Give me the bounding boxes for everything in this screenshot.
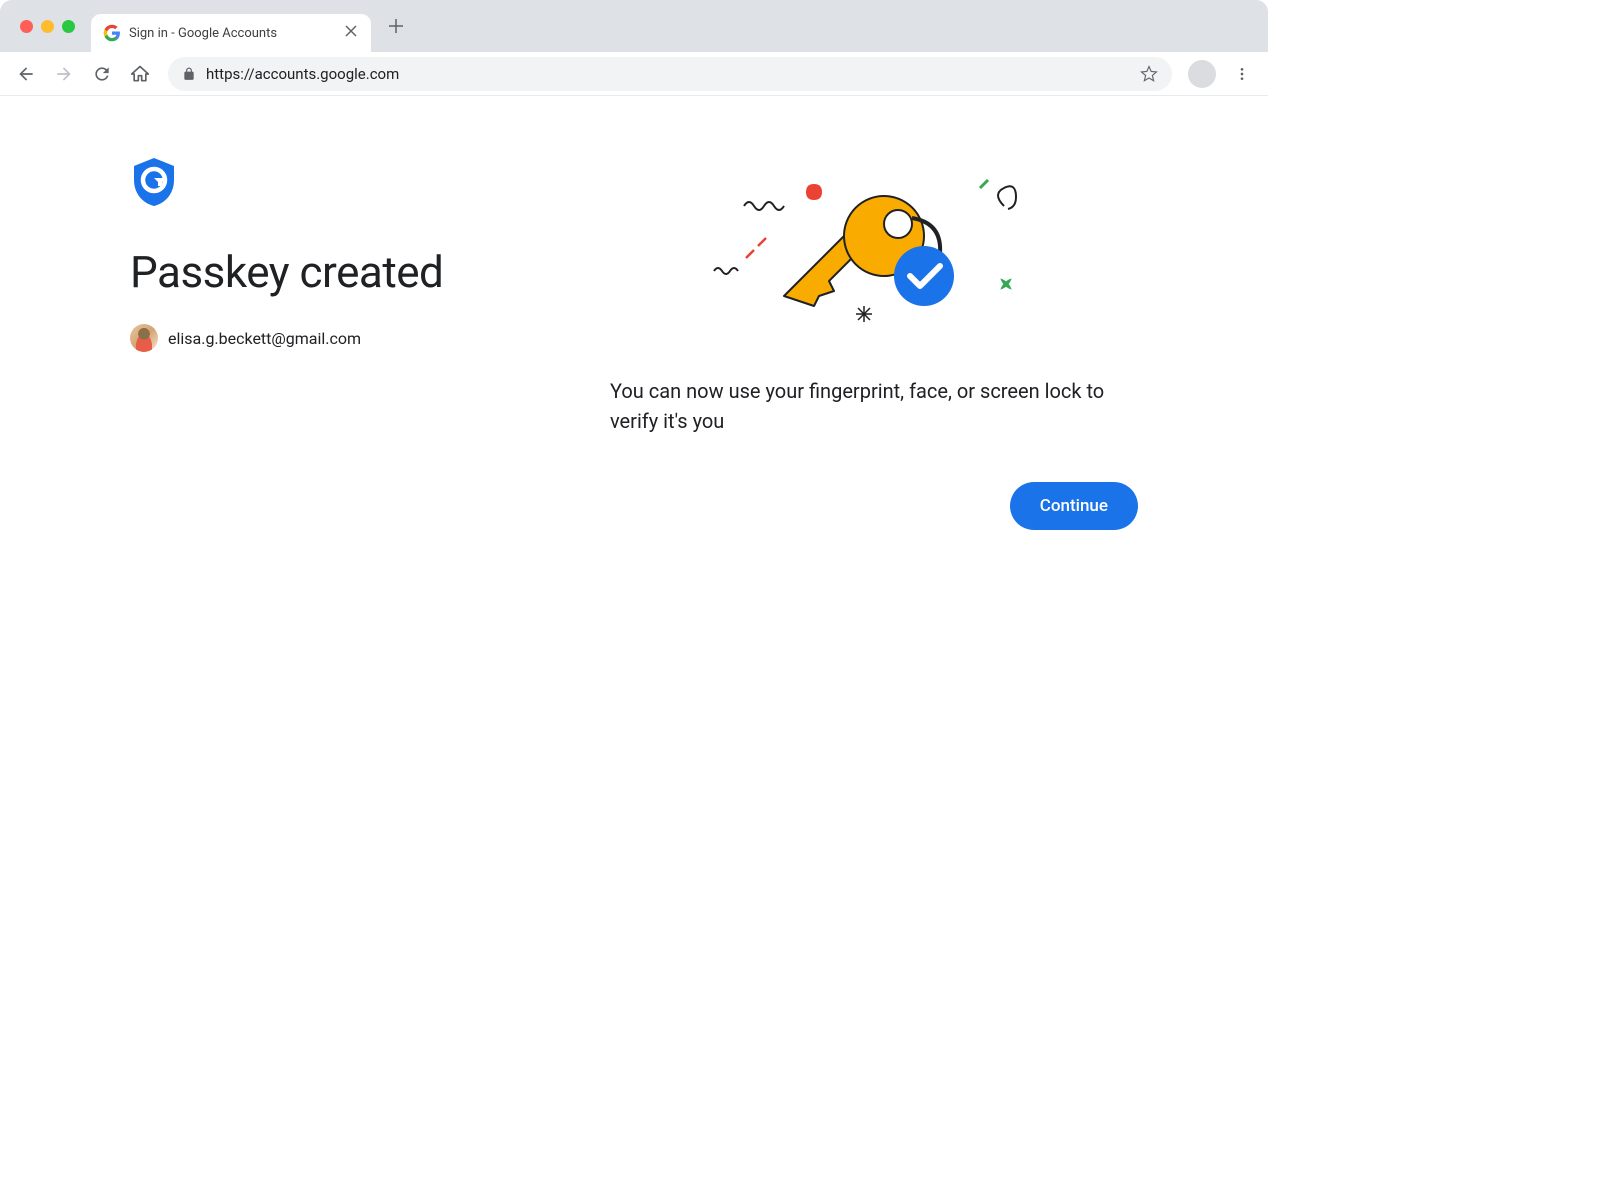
close-window-button[interactable] (20, 20, 33, 33)
lock-icon (182, 67, 196, 81)
maximize-window-button[interactable] (62, 20, 75, 33)
button-row: Continue (610, 482, 1138, 530)
page-title: Passkey created (130, 246, 570, 298)
address-bar[interactable]: https://accounts.google.com (168, 57, 1172, 91)
avatar (130, 324, 158, 352)
reload-button[interactable] (86, 58, 118, 90)
passkey-illustration (684, 166, 1064, 346)
browser-toolbar: https://accounts.google.com (0, 52, 1268, 96)
tab-title: Sign in - Google Accounts (129, 26, 343, 41)
tab-bar: Sign in - Google Accounts (0, 0, 1268, 52)
minimize-window-button[interactable] (41, 20, 54, 33)
browser-window: Sign in - Google Accounts https://accoun… (0, 0, 1268, 952)
google-favicon-icon (103, 24, 121, 42)
close-tab-icon[interactable] (343, 23, 359, 43)
new-tab-button[interactable] (381, 11, 411, 41)
left-column: Passkey created elisa.g.beckett@gmail.co… (130, 156, 570, 530)
browser-tab[interactable]: Sign in - Google Accounts (91, 14, 371, 52)
continue-button[interactable]: Continue (1010, 482, 1138, 530)
url-text: https://accounts.google.com (206, 65, 1130, 83)
description-text: You can now use your fingerprint, face, … (610, 376, 1138, 436)
menu-button[interactable] (1226, 58, 1258, 90)
bookmark-star-icon[interactable] (1140, 65, 1158, 83)
email-text: elisa.g.beckett@gmail.com (168, 329, 361, 348)
google-shield-icon (130, 156, 178, 208)
back-button[interactable] (10, 58, 42, 90)
page-content: Passkey created elisa.g.beckett@gmail.co… (0, 96, 1268, 530)
account-row: elisa.g.beckett@gmail.com (130, 324, 570, 352)
home-button[interactable] (124, 58, 156, 90)
forward-button[interactable] (48, 58, 80, 90)
window-controls (12, 20, 85, 33)
right-column: You can now use your fingerprint, face, … (610, 156, 1138, 530)
profile-avatar-button[interactable] (1188, 60, 1216, 88)
